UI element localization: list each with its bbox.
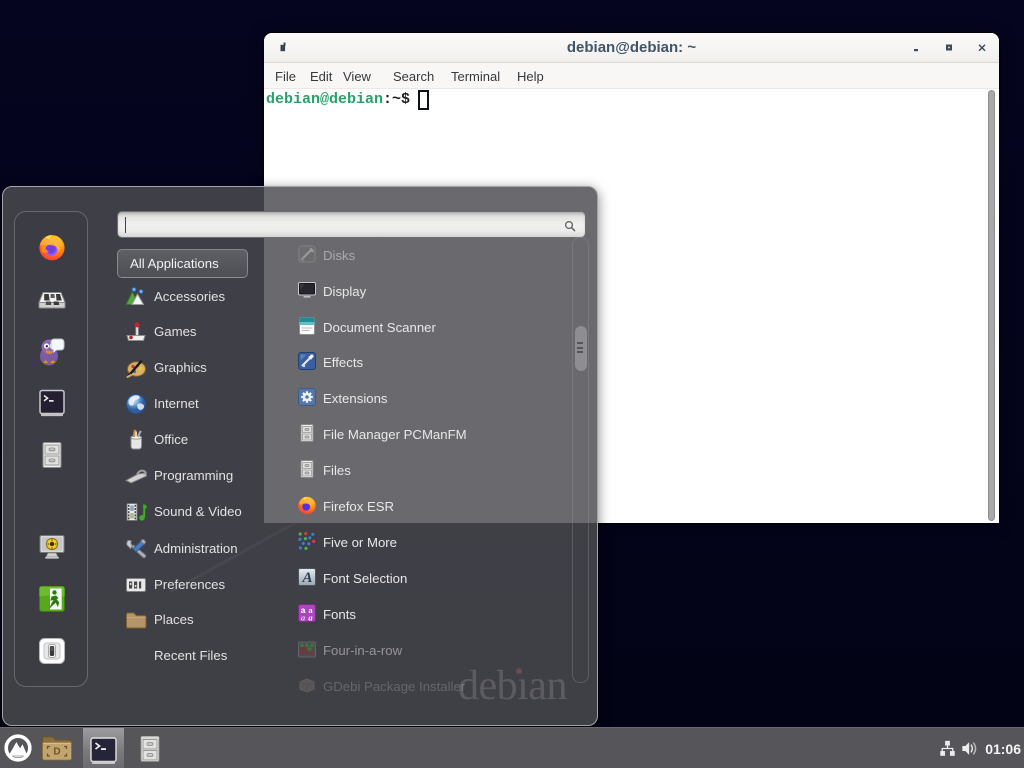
svg-text:a: a [301,613,305,623]
svg-text:A: A [301,570,312,586]
svg-text:D: D [53,747,60,758]
